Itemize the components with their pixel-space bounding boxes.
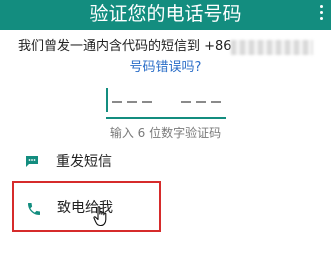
hand-cursor-icon — [93, 206, 107, 227]
code-input-cursor[interactable] — [106, 88, 108, 112]
resend-sms-button[interactable]: 重发短信 — [56, 152, 112, 172]
code-slot-1[interactable] — [112, 101, 122, 103]
code-slot-5[interactable] — [196, 101, 206, 103]
code-slot-3[interactable] — [142, 101, 152, 103]
code-hint: 输入 6 位数字验证码 — [109, 126, 222, 140]
code-slot-2[interactable] — [127, 101, 137, 103]
code-input-underline — [106, 117, 226, 119]
code-slot-6[interactable] — [211, 101, 221, 103]
more-vert-icon[interactable] — [317, 3, 325, 23]
phone-icon — [28, 203, 40, 215]
call-me-option[interactable]: 致电给我 — [12, 181, 161, 232]
wrong-number-link[interactable]: 号码错误吗? — [0, 59, 331, 77]
code-slot-4[interactable] — [181, 101, 191, 103]
page-title: 验证您的电话号码 — [89, 3, 242, 25]
masked-phone-number — [231, 40, 313, 55]
sms-icon[interactable] — [25, 155, 39, 168]
